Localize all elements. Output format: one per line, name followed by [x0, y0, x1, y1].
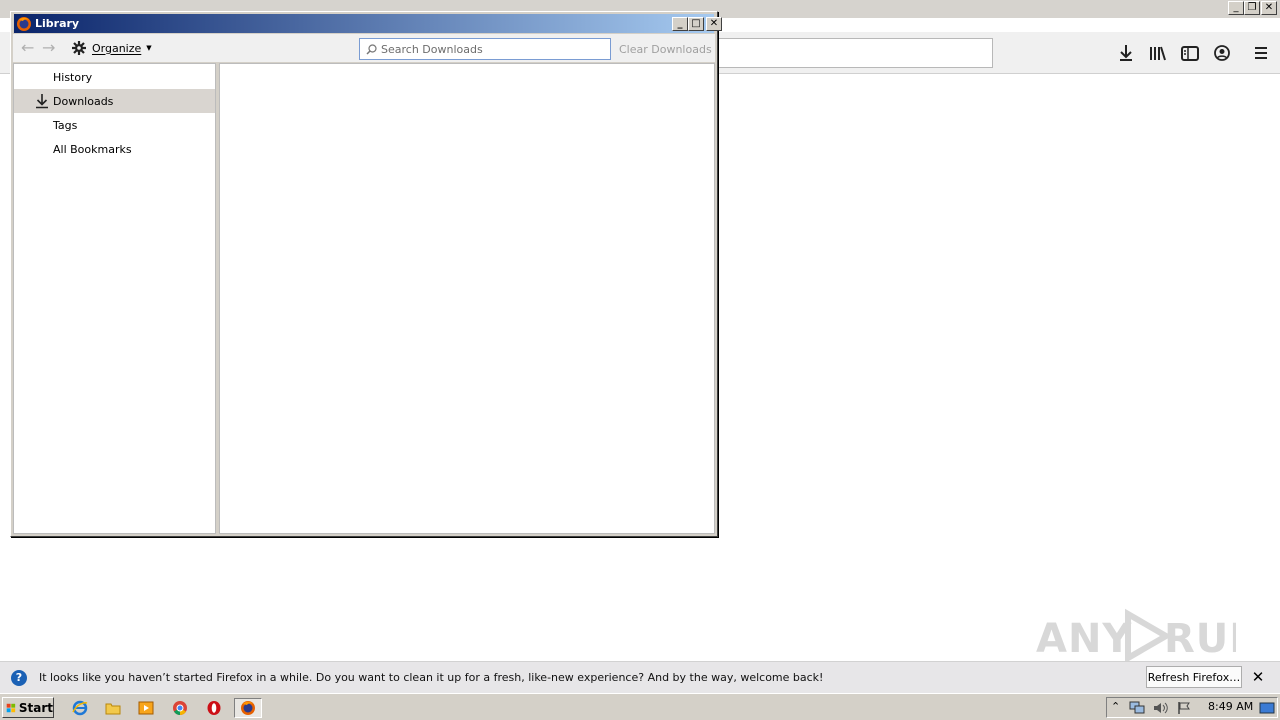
- back-button[interactable]: ←: [21, 40, 34, 56]
- download-icon: [36, 94, 48, 109]
- organize-menu-button[interactable]: Organize ▼: [71, 40, 152, 56]
- sidebar-item-label: Downloads: [53, 94, 114, 108]
- sidebar-item-label: All Bookmarks: [53, 142, 132, 156]
- firefox-close-button[interactable]: ✕: [1261, 1, 1277, 15]
- sidebar-item-all-bookmarks[interactable]: All Bookmarks: [14, 137, 215, 161]
- downloads-toolbar-icon[interactable]: [1115, 42, 1137, 64]
- start-button[interactable]: Start: [2, 697, 54, 718]
- search-placeholder: Search Downloads: [381, 42, 483, 56]
- firefox-icon: [17, 16, 31, 31]
- notification-text: It looks like you haven’t started Firefo…: [39, 671, 824, 684]
- network-icon[interactable]: [1129, 701, 1145, 715]
- sidebar-item-label: Tags: [53, 118, 78, 132]
- library-close-button[interactable]: ✕: [706, 17, 722, 31]
- firefox-restore-button[interactable]: ❐: [1244, 1, 1260, 15]
- downloads-list[interactable]: [219, 63, 715, 534]
- ie-icon[interactable]: [70, 698, 90, 718]
- menu-icon[interactable]: [1250, 42, 1272, 64]
- chrome-icon[interactable]: [170, 698, 190, 718]
- sidebar-toolbar-icon[interactable]: [1179, 42, 1201, 64]
- chevron-down-icon: ▼: [146, 44, 152, 52]
- firefox-taskbar-button[interactable]: [234, 698, 262, 718]
- action-center-flag-icon[interactable]: [1177, 701, 1191, 715]
- svg-text:RUN: RUN: [1164, 616, 1236, 662]
- show-desktop-icon[interactable]: [1259, 702, 1275, 714]
- volume-icon[interactable]: [1153, 701, 1169, 715]
- clear-downloads-button[interactable]: Clear Downloads: [619, 43, 712, 56]
- notification-bar: ? It looks like you haven’t started Fire…: [0, 661, 1280, 693]
- library-minimize-button[interactable]: _: [672, 17, 688, 31]
- firefox-minimize-button[interactable]: _: [1228, 1, 1244, 15]
- library-window: Library _ □ ✕ ← → Organize ▼ Search Down…: [10, 11, 722, 537]
- opera-icon[interactable]: [204, 698, 224, 718]
- gear-icon: [72, 41, 86, 55]
- media-player-icon[interactable]: [136, 698, 156, 718]
- library-sidebar: History Downloads Tags All Bookmarks: [13, 63, 216, 534]
- windows-logo-icon: [6, 703, 16, 712]
- explorer-icon[interactable]: [103, 698, 123, 718]
- refresh-firefox-button[interactable]: Refresh Firefox…: [1146, 666, 1242, 688]
- library-maximize-button[interactable]: □: [688, 17, 704, 31]
- watermark: ANY RUN: [1036, 606, 1236, 666]
- svg-text:ANY: ANY: [1036, 616, 1132, 662]
- search-icon: [366, 43, 377, 55]
- firefox-url-bar[interactable]: [716, 38, 993, 68]
- show-hidden-icons-icon[interactable]: ⌃: [1111, 700, 1120, 713]
- search-downloads-input[interactable]: Search Downloads: [359, 38, 611, 60]
- firefox-icon: [241, 701, 255, 715]
- taskbar: Start ⌃: [0, 693, 1280, 720]
- sidebar-item-tags[interactable]: Tags: [14, 113, 215, 137]
- library-toolbar-icon[interactable]: [1147, 42, 1169, 64]
- sidebar-item-downloads[interactable]: Downloads: [14, 89, 215, 113]
- sidebar-item-label: History: [53, 70, 93, 84]
- library-titlebar: Library _ □ ✕: [14, 14, 722, 33]
- library-toolbar: ← → Organize ▼ Search Downloads Clear Do…: [13, 34, 715, 62]
- info-icon: ?: [11, 670, 27, 686]
- start-label: Start: [18, 700, 53, 715]
- sidebar-item-history[interactable]: History: [14, 65, 215, 89]
- library-title: Library: [35, 17, 80, 30]
- forward-button[interactable]: →: [42, 40, 55, 56]
- organize-label: Organize: [92, 41, 142, 55]
- account-toolbar-icon[interactable]: [1211, 42, 1233, 64]
- clock: 8:49 AM: [1208, 700, 1254, 713]
- notification-close-button[interactable]: ✕: [1249, 668, 1267, 686]
